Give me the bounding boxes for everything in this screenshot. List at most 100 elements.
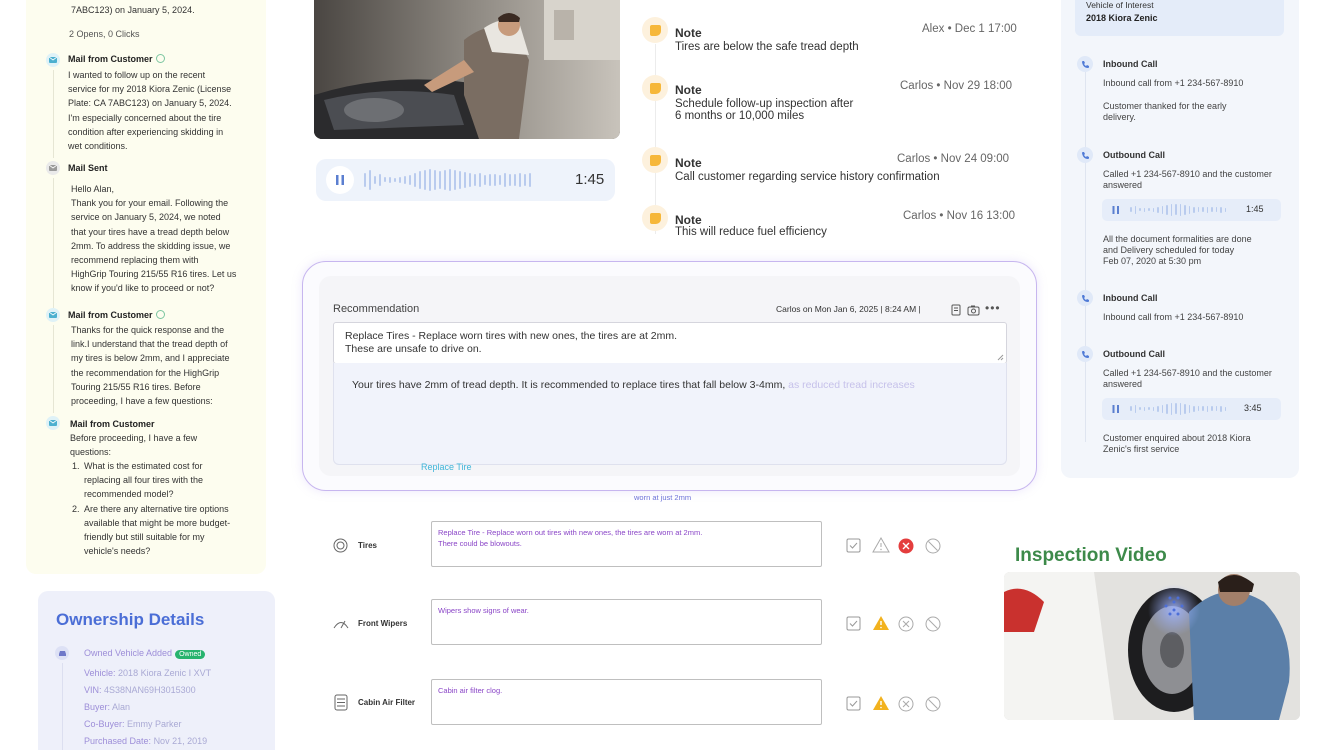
waveform-bar	[1143, 406, 1145, 411]
ai-suggestion-box[interactable]: Your tires have 2mm of tread depth. It i…	[333, 363, 1007, 465]
phone-icon	[1077, 346, 1093, 362]
mail-question-list: 1. What is the estimated cost for replaci…	[72, 461, 231, 557]
note-doc-icon[interactable]	[950, 303, 962, 321]
waveform-bar	[1188, 404, 1190, 413]
audio-player[interactable]: 1:45	[316, 159, 615, 201]
checkbox-icon[interactable]	[846, 616, 861, 636]
note-meta: Carlos • Nov 16 13:00	[903, 210, 1016, 222]
waveform-bar	[394, 177, 396, 182]
inspection-video[interactable]	[1004, 572, 1300, 720]
call-title: Outbound Call	[1103, 150, 1165, 160]
note-title: Note	[675, 26, 702, 40]
call-audio-player[interactable]: 1:45	[1102, 199, 1281, 221]
call-note: Customer thanked for the early delivery.	[1103, 101, 1227, 122]
phone-icon	[1077, 147, 1093, 163]
chip-worn[interactable]: worn at just 2mm	[634, 493, 691, 502]
thread-line	[53, 178, 54, 308]
waveform-bar	[1130, 406, 1132, 412]
thread-line	[53, 325, 54, 413]
row-label: Tires	[358, 541, 377, 550]
wiper-icon	[333, 616, 349, 634]
checkbox-icon[interactable]	[846, 538, 861, 558]
phone-icon	[1077, 56, 1093, 72]
waveform-bar	[1134, 404, 1136, 413]
timeline-line	[62, 663, 63, 750]
waveform-bar	[1224, 207, 1226, 212]
waveform-bar	[1202, 207, 1204, 213]
waveform-bar	[1166, 204, 1168, 215]
mail-body: Before proceeding, I have a few questions…	[70, 433, 198, 458]
warning-icon[interactable]	[872, 615, 890, 636]
call-audio-player[interactable]: 3:45	[1102, 398, 1281, 420]
not-applicable-icon[interactable]	[925, 616, 941, 637]
waveform-bar	[414, 172, 416, 187]
waveform-bar	[419, 170, 421, 189]
warning-icon[interactable]	[872, 536, 890, 558]
mail-snippet: 7ABC123) on January 5, 2024.	[71, 5, 195, 15]
waveform-bar	[374, 175, 376, 184]
waveform-bar	[524, 173, 526, 186]
waveform-bar	[1193, 405, 1195, 412]
not-applicable-icon[interactable]	[925, 538, 941, 559]
waveform-bar	[1170, 402, 1172, 415]
waveform-bar	[494, 173, 496, 186]
mail-body: Thanks for the quick response and the lin…	[71, 325, 230, 407]
note-icon	[642, 205, 668, 231]
owned-badge: Owned	[175, 650, 206, 659]
mail-title: Mail Sent	[68, 163, 108, 173]
waveform-bar	[409, 174, 411, 185]
waveform-bar	[1215, 207, 1217, 213]
fail-icon[interactable]	[898, 616, 914, 637]
call-audio-duration: 1:45	[1246, 204, 1264, 214]
row-text-field[interactable]: Replace Tire - Replace worn out tires wi…	[431, 521, 822, 567]
call-timeline	[1085, 72, 1086, 442]
waveform-bar	[434, 169, 436, 190]
note-body: Schedule follow-up inspection after 6 mo…	[675, 98, 854, 122]
waveform-bar	[429, 168, 431, 191]
ai-suggestion-text: Your tires have 2mm of tread depth. It i…	[352, 379, 786, 391]
mechanic-photo	[314, 0, 620, 139]
pause-button[interactable]	[326, 166, 354, 194]
mail-title: Mail from Customer	[68, 310, 165, 320]
waveform-bar	[509, 173, 511, 186]
pause-icon[interactable]	[1112, 404, 1120, 414]
pause-icon[interactable]	[1112, 205, 1120, 215]
camera-icon[interactable]	[967, 303, 980, 321]
waveform-bar	[1193, 206, 1195, 213]
call-audio-waveform[interactable]	[1130, 203, 1229, 217]
row-text-field[interactable]: Wipers show signs of wear.	[431, 599, 822, 645]
checkbox-icon[interactable]	[846, 696, 861, 716]
waveform-bar	[424, 169, 426, 190]
row-text-field[interactable]: Cabin air filter clog.	[431, 679, 822, 725]
note-icon	[642, 147, 668, 173]
more-options-icon[interactable]: •••	[985, 301, 1001, 315]
chip-replace-tire[interactable]: Replace Tire	[421, 462, 472, 472]
fail-icon[interactable]	[898, 696, 914, 717]
note-meta: Alex • Dec 1 17:00	[922, 23, 1017, 35]
ai-suggestion-fade: as reduced tread increases	[785, 379, 915, 391]
audio-waveform[interactable]	[364, 168, 534, 192]
call-title: Inbound Call	[1103, 59, 1158, 69]
waveform-bar	[464, 171, 466, 188]
not-applicable-icon[interactable]	[925, 696, 941, 717]
call-audio-waveform[interactable]	[1130, 402, 1229, 416]
vehicle-of-interest: Vehicle of Interest 2018 Kiora Zenic	[1075, 0, 1284, 36]
mail-sent-icon	[46, 161, 60, 175]
call-title: Inbound Call	[1103, 293, 1158, 303]
note-body: This will reduce fuel efficiency	[675, 226, 827, 238]
tire-icon	[333, 538, 348, 558]
waveform-bar	[1188, 205, 1190, 214]
waveform-bar	[449, 168, 451, 191]
waveform-bar	[499, 174, 501, 185]
waveform-bar	[1161, 404, 1163, 413]
recommendation-input[interactable]: Replace Tires - Replace worn tires with …	[333, 322, 1007, 364]
waveform-bar	[369, 169, 371, 190]
waveform-bar	[504, 172, 506, 187]
waveform-bar	[1184, 204, 1186, 215]
waveform-bar	[484, 174, 486, 185]
waveform-bar	[384, 177, 386, 183]
fail-icon[interactable]	[898, 538, 914, 559]
resize-handle-icon[interactable]	[997, 354, 1004, 361]
email-thread-panel: 7ABC123) on January 5, 2024. 2 Opens, 0 …	[26, 0, 266, 574]
warning-icon[interactable]	[872, 695, 890, 716]
